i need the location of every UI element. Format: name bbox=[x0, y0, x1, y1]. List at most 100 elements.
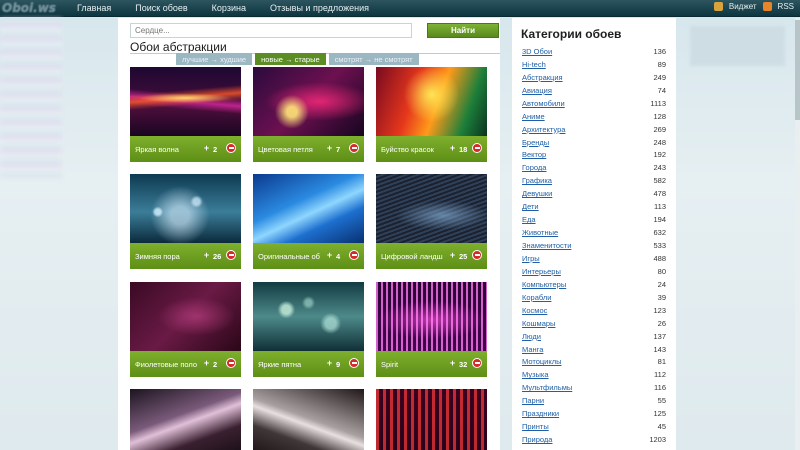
wallpaper-card[interactable]: Яркая волна +2 bbox=[130, 67, 241, 162]
category-link[interactable]: Манга bbox=[522, 345, 543, 354]
category-link[interactable]: Мотоциклы bbox=[522, 357, 561, 366]
wallpaper-title[interactable]: Оригинальные обои bbox=[258, 252, 320, 261]
search-input[interactable] bbox=[130, 23, 412, 38]
category-link[interactable]: Знаменитости bbox=[522, 241, 571, 250]
wallpaper-thumbnail[interactable] bbox=[376, 282, 487, 351]
vote-down-icon[interactable] bbox=[472, 358, 482, 368]
category-link[interactable]: Графика bbox=[522, 176, 552, 185]
category-link[interactable]: Hi-tech bbox=[522, 60, 546, 69]
vote-down-icon[interactable] bbox=[226, 358, 236, 368]
wallpaper-title[interactable]: Яркие пятна bbox=[258, 360, 320, 369]
wallpaper-thumbnail[interactable] bbox=[376, 174, 487, 243]
category-link[interactable]: Автомобили bbox=[522, 99, 565, 108]
category-link[interactable]: 3D Обои bbox=[522, 47, 552, 56]
category-link[interactable]: Компьютеры bbox=[522, 280, 566, 289]
vote-up-icon[interactable]: + bbox=[325, 144, 334, 153]
nav-cart-link[interactable]: Корзина bbox=[212, 3, 246, 13]
wallpaper-thumbnail[interactable] bbox=[130, 389, 241, 450]
vote-down-icon[interactable] bbox=[472, 143, 482, 153]
wallpaper-card[interactable]: Фиолетовые полосы +2 bbox=[130, 282, 241, 377]
nav-search-link[interactable]: Поиск обоев bbox=[135, 3, 187, 13]
category-link[interactable]: Мультфильмы bbox=[522, 383, 572, 392]
site-logo[interactable]: Oboi.ws bbox=[2, 1, 62, 15]
category-link[interactable]: Природа bbox=[522, 435, 552, 444]
wallpaper-title[interactable]: Зимняя пора bbox=[135, 252, 197, 261]
wallpaper-card[interactable]: Оригинальные обои +4 bbox=[253, 174, 364, 269]
category-link[interactable]: Люди bbox=[522, 332, 541, 341]
vote-down-icon[interactable] bbox=[349, 250, 359, 260]
wallpaper-card[interactable] bbox=[376, 389, 487, 450]
category-link[interactable]: Кошмары bbox=[522, 319, 555, 328]
category-link[interactable]: Вектор bbox=[522, 150, 546, 159]
widget-link[interactable]: Виджет bbox=[729, 2, 757, 11]
wallpaper-thumbnail[interactable] bbox=[130, 67, 241, 136]
wallpaper-thumbnail[interactable] bbox=[253, 174, 364, 243]
vote-down-icon[interactable] bbox=[349, 143, 359, 153]
vote-down-icon[interactable] bbox=[226, 250, 236, 260]
wallpaper-card[interactable]: Цветовая петля +7 bbox=[253, 67, 364, 162]
wallpaper-thumbnail[interactable] bbox=[253, 67, 364, 136]
category-link[interactable]: Аниме bbox=[522, 112, 545, 121]
wallpaper-thumbnail[interactable] bbox=[376, 389, 487, 450]
wallpaper-card[interactable] bbox=[130, 389, 241, 450]
category-link[interactable]: Игры bbox=[522, 254, 540, 263]
vote-up-icon[interactable]: + bbox=[325, 251, 334, 260]
category-link[interactable]: Еда bbox=[522, 215, 536, 224]
wallpaper-card[interactable]: Яркие пятна +9 bbox=[253, 282, 364, 377]
vote-up-icon[interactable]: + bbox=[325, 359, 334, 368]
category-link[interactable]: Принты bbox=[522, 422, 549, 431]
wallpaper-title[interactable]: Яркая волна bbox=[135, 145, 197, 154]
category-link[interactable]: Абстракция bbox=[522, 73, 563, 82]
vote-up-icon[interactable]: + bbox=[448, 359, 457, 368]
category-link[interactable]: Парни bbox=[522, 396, 544, 405]
wallpaper-thumbnail[interactable] bbox=[253, 389, 364, 450]
wallpaper-title[interactable]: Цветовая петля bbox=[258, 145, 320, 154]
nav-home-link[interactable]: Главная bbox=[77, 3, 111, 13]
rss-link[interactable]: RSS bbox=[778, 2, 794, 11]
wallpaper-card[interactable] bbox=[253, 389, 364, 450]
wallpaper-title[interactable]: Цифровой ландшафт bbox=[381, 252, 443, 261]
wallpaper-card[interactable]: Цифровой ландшафт +25 bbox=[376, 174, 487, 269]
vote-up-icon[interactable]: + bbox=[202, 359, 211, 368]
wallpaper-thumbnail[interactable] bbox=[376, 67, 487, 136]
vote-down-icon[interactable] bbox=[226, 143, 236, 153]
category-link[interactable]: Дети bbox=[522, 202, 539, 211]
wallpaper-card[interactable]: Зимняя пора +26 bbox=[130, 174, 241, 269]
wallpaper-thumbnail[interactable] bbox=[130, 174, 241, 243]
vote-up-icon[interactable]: + bbox=[448, 251, 457, 260]
search-button[interactable]: Найти bbox=[427, 23, 499, 38]
category-link[interactable]: Авиация bbox=[522, 86, 552, 95]
category-item: Города 243 bbox=[522, 161, 666, 174]
category-link[interactable]: Интерьеры bbox=[522, 267, 561, 276]
scrollbar-thumb[interactable] bbox=[795, 20, 800, 120]
wallpaper-thumbnail[interactable] bbox=[253, 282, 364, 351]
sort-tab[interactable]: лучшие → худшие bbox=[176, 53, 253, 65]
category-count: 81 bbox=[657, 357, 666, 367]
category-link[interactable]: Праздники bbox=[522, 409, 559, 418]
rss-icon[interactable] bbox=[762, 2, 772, 11]
widget-icon[interactable] bbox=[713, 2, 723, 11]
vote-down-icon[interactable] bbox=[472, 250, 482, 260]
category-link[interactable]: Животные bbox=[522, 228, 558, 237]
sort-tab[interactable]: новые → старые bbox=[255, 53, 326, 65]
wallpaper-thumbnail[interactable] bbox=[130, 282, 241, 351]
category-count: 269 bbox=[653, 124, 666, 134]
category-link[interactable]: Девушки bbox=[522, 189, 552, 198]
category-link[interactable]: Корабли bbox=[522, 293, 551, 302]
nav-feedback-link[interactable]: Отзывы и предложения bbox=[270, 3, 369, 13]
category-link[interactable]: Музыка bbox=[522, 370, 549, 379]
wallpaper-title[interactable]: Буйство красок bbox=[381, 145, 443, 154]
vote-up-icon[interactable]: + bbox=[202, 144, 211, 153]
category-link[interactable]: Города bbox=[522, 163, 546, 172]
wallpaper-title[interactable]: Spirit bbox=[381, 360, 443, 369]
vote-down-icon[interactable] bbox=[349, 358, 359, 368]
wallpaper-card[interactable]: Spirit +32 bbox=[376, 282, 487, 377]
sort-tab[interactable]: смотрят → не смотрят bbox=[328, 53, 419, 65]
vote-up-icon[interactable]: + bbox=[448, 144, 457, 153]
category-link[interactable]: Бренды bbox=[522, 138, 549, 147]
vote-up-icon[interactable]: + bbox=[202, 251, 211, 260]
wallpaper-card[interactable]: Буйство красок +18 bbox=[376, 67, 487, 162]
category-link[interactable]: Архитектура bbox=[522, 125, 565, 134]
category-link[interactable]: Космос bbox=[522, 306, 547, 315]
wallpaper-title[interactable]: Фиолетовые полосы bbox=[135, 360, 197, 369]
